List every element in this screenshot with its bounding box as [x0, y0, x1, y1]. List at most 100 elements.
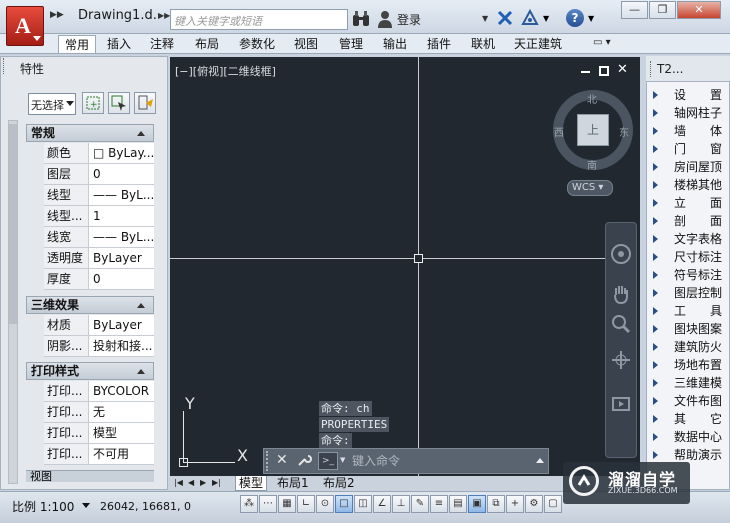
- layout-tab-2[interactable]: 布局2: [320, 476, 358, 491]
- allow-ucs-icon[interactable]: ⊥: [392, 495, 410, 513]
- property-row[interactable]: 图层 0: [44, 164, 154, 185]
- property-row[interactable]: 打印... 不可用: [44, 444, 154, 465]
- command-line-grip[interactable]: [266, 451, 272, 471]
- property-row[interactable]: 打印... 无: [44, 402, 154, 423]
- property-value[interactable]: 1: [90, 206, 154, 226]
- tab-layout[interactable]: 布局: [189, 35, 225, 53]
- palette-grip[interactable]: [650, 61, 653, 77]
- select-objects-button[interactable]: [108, 92, 130, 114]
- first-layout-icon[interactable]: |◀: [174, 478, 183, 487]
- command-prompt-icon[interactable]: >_: [318, 452, 338, 470]
- tool-palette-item[interactable]: 建筑防火: [652, 338, 730, 356]
- tool-palette-item[interactable]: 三维建模: [652, 374, 730, 392]
- viewport-maximize-icon[interactable]: [599, 66, 609, 76]
- property-value[interactable]: —— ByL...: [90, 185, 154, 205]
- ribbon-options-icon[interactable]: ▭ ▾: [593, 37, 621, 51]
- layout-tab-model[interactable]: 模型: [235, 476, 268, 491]
- compass-north[interactable]: 北: [587, 91, 597, 106]
- tab-insert[interactable]: 插入: [101, 35, 137, 53]
- collapse-icon[interactable]: [137, 369, 145, 374]
- tool-palette-item[interactable]: 墙 体: [652, 122, 730, 140]
- window-minimize-button[interactable]: —: [621, 1, 648, 19]
- tab-home[interactable]: 常用: [58, 35, 97, 53]
- zoom-extents-icon[interactable]: [609, 312, 633, 336]
- showmotion-icon[interactable]: [609, 392, 633, 416]
- object-snap-tracking-icon[interactable]: ∠: [373, 495, 391, 513]
- tool-palette-item[interactable]: 尺寸标注: [652, 248, 730, 266]
- property-row[interactable]: 打印... 模型: [44, 423, 154, 444]
- user-icon[interactable]: [377, 10, 393, 28]
- tool-palette-item[interactable]: 图块图案: [652, 320, 730, 338]
- binoculars-icon[interactable]: [351, 9, 371, 29]
- window-restore-button[interactable]: ❐: [649, 1, 676, 19]
- properties-scroll-thumb[interactable]: [9, 124, 17, 324]
- tool-palette-item[interactable]: 数据中心: [652, 428, 730, 446]
- object-snap-icon[interactable]: □: [335, 495, 353, 513]
- close-icon[interactable]: ✕: [276, 452, 288, 468]
- chevron-down-icon[interactable]: [82, 503, 90, 508]
- tool-palette-item[interactable]: 轴网柱子: [652, 104, 730, 122]
- annotation-scale[interactable]: 比例 1:100: [12, 498, 74, 515]
- property-value[interactable]: 不可用: [90, 444, 154, 464]
- quick-access-more-icon[interactable]: ▶▶: [50, 10, 64, 20]
- coordinate-display[interactable]: 26042, 16681, 0: [100, 500, 191, 513]
- property-value[interactable]: □ ByLay...: [90, 143, 154, 163]
- orbit-icon[interactable]: [609, 348, 633, 372]
- snap-icon[interactable]: ⋯: [259, 495, 277, 513]
- property-value[interactable]: 无: [90, 402, 154, 422]
- palette-grip[interactable]: [3, 58, 6, 74]
- help-icon[interactable]: ?: [566, 9, 584, 27]
- property-row[interactable]: 线宽 —— ByL...: [44, 227, 154, 248]
- property-value[interactable]: —— ByL...: [90, 227, 154, 247]
- search-input[interactable]: 键入关键字或短语: [170, 9, 348, 30]
- section-3d-effects[interactable]: 三维效果: [26, 296, 154, 314]
- property-value[interactable]: 模型: [90, 423, 154, 443]
- property-value[interactable]: ByLayer: [90, 248, 154, 268]
- compass-south[interactable]: 南: [587, 157, 597, 172]
- command-history-toggle-icon[interactable]: [536, 458, 544, 463]
- viewport-controls-label[interactable]: [−][俯视][二维线框]: [175, 63, 276, 79]
- chevron-down-icon[interactable]: [66, 101, 74, 106]
- tool-palette-item[interactable]: 其 它: [652, 410, 730, 428]
- tool-palette-item[interactable]: 文件布图: [652, 392, 730, 410]
- pan-hand-icon[interactable]: [609, 282, 633, 306]
- property-row[interactable]: 线型 —— ByL...: [44, 185, 154, 206]
- tool-palette-item[interactable]: 剖 面: [652, 212, 730, 230]
- tool-palette-item[interactable]: 文字表格: [652, 230, 730, 248]
- section-view[interactable]: 视图: [26, 470, 154, 482]
- polar-icon[interactable]: ⊙: [316, 495, 334, 513]
- quick-properties-icon[interactable]: ▣: [468, 495, 486, 513]
- property-value[interactable]: BYCOLOR: [90, 381, 154, 401]
- prev-layout-icon[interactable]: ◀: [188, 478, 194, 487]
- lineweight-icon[interactable]: ≡: [430, 495, 448, 513]
- tab-plugins[interactable]: 插件: [421, 35, 457, 53]
- tool-palette-item[interactable]: 立 面: [652, 194, 730, 212]
- help-dropdown-icon[interactable]: ▼: [588, 14, 594, 23]
- property-row[interactable]: 材质 ByLayer: [44, 315, 154, 336]
- ortho-icon[interactable]: ∟: [297, 495, 315, 513]
- collapse-icon[interactable]: [137, 303, 145, 308]
- last-layout-icon[interactable]: ▶|: [212, 478, 221, 487]
- grid-icon[interactable]: ▦: [278, 495, 296, 513]
- property-value[interactable]: 投射和接...: [90, 336, 154, 356]
- viewport-minimize-icon[interactable]: [581, 71, 590, 73]
- 3d-osnap-icon[interactable]: ◫: [354, 495, 372, 513]
- window-close-button[interactable]: ✕: [677, 1, 721, 19]
- compass-east[interactable]: 东: [619, 124, 629, 139]
- tool-palette-item[interactable]: 图层控制: [652, 284, 730, 302]
- tool-palette-item[interactable]: 设 置: [652, 86, 730, 104]
- tool-palette-item[interactable]: 房间屋顶: [652, 158, 730, 176]
- model-space-icon[interactable]: ▢: [544, 495, 562, 513]
- next-layout-icon[interactable]: ▶: [200, 478, 206, 487]
- section-plot-style[interactable]: 打印样式: [26, 362, 154, 380]
- tab-manage[interactable]: 管理: [333, 35, 369, 53]
- tool-palette-item[interactable]: 场地布置: [652, 356, 730, 374]
- selection-cycling-icon[interactable]: ⧉: [487, 495, 505, 513]
- login-label[interactable]: 登录: [397, 11, 421, 28]
- tab-view[interactable]: 视图: [288, 35, 324, 53]
- layout-tab-1[interactable]: 布局1: [274, 476, 312, 491]
- title-more-icon[interactable]: ▶▶: [158, 11, 170, 20]
- annotation-monitor-icon[interactable]: +: [506, 495, 524, 513]
- property-row[interactable]: 阴影... 投射和接...: [44, 336, 154, 357]
- property-row[interactable]: 线型... 1: [44, 206, 154, 227]
